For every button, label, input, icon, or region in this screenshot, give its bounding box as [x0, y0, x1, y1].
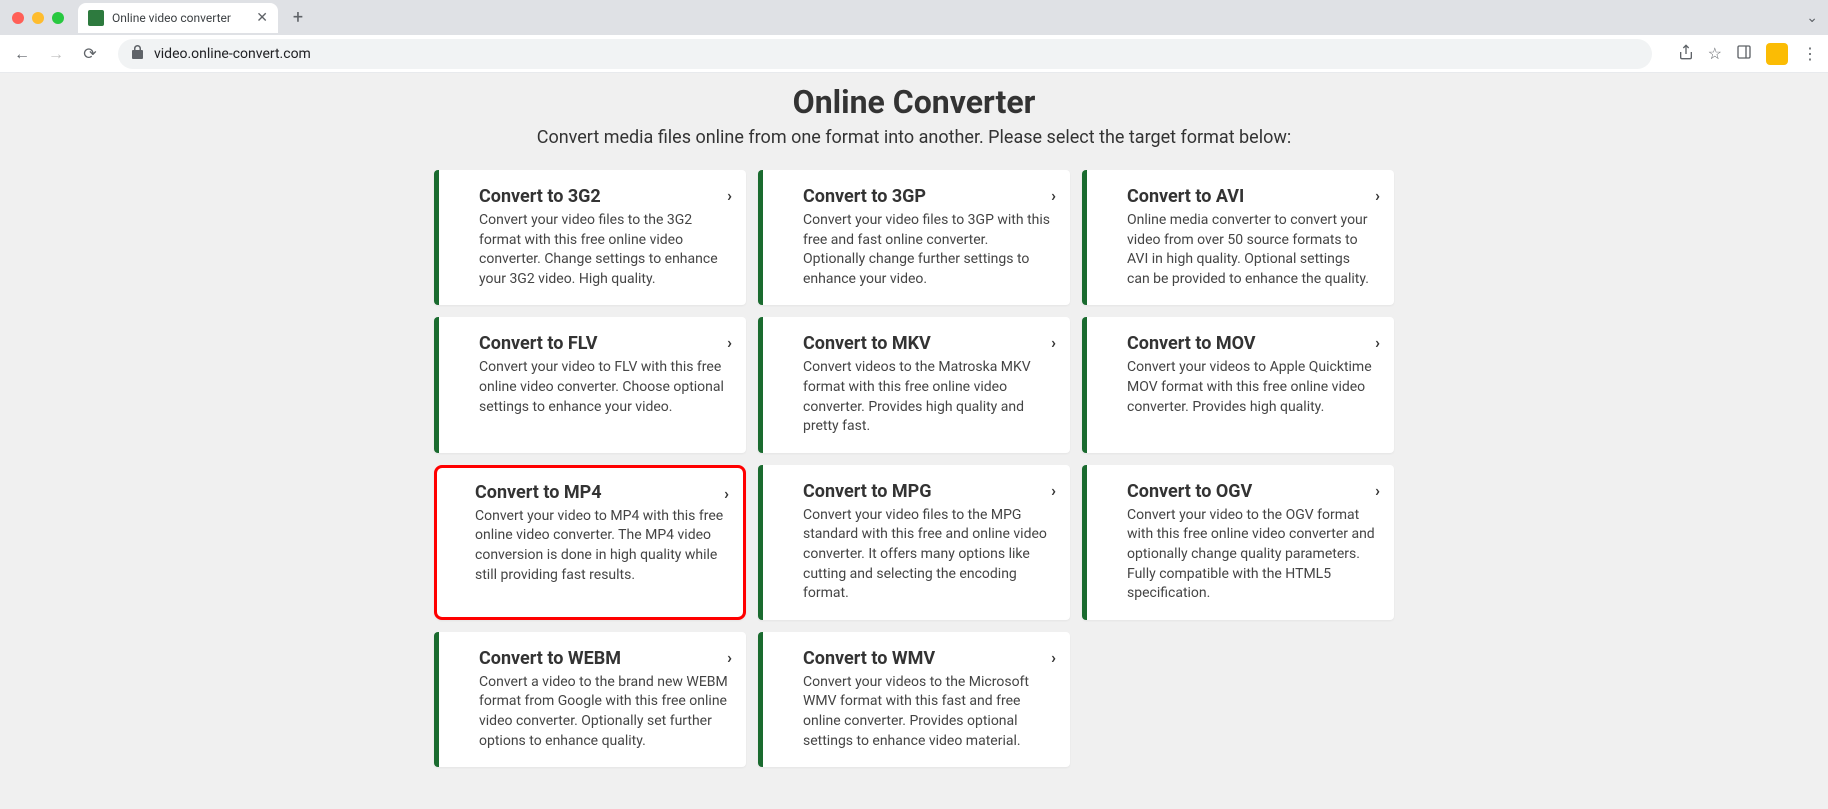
card-convert-avi[interactable]: Convert to AVI Online media converter to… — [1082, 170, 1394, 305]
toolbar-right-icons: ☆ ⋮ — [1678, 43, 1818, 65]
card-convert-wmv[interactable]: Convert to WMV Convert your videos to th… — [758, 632, 1070, 767]
chevron-right-icon: › — [1375, 333, 1380, 352]
card-convert-mpg[interactable]: Convert to MPG Convert your video files … — [758, 465, 1070, 620]
card-convert-webm[interactable]: Convert to WEBM Convert a video to the b… — [434, 632, 746, 767]
page-title: Online Converter — [0, 83, 1828, 121]
lock-icon — [132, 45, 144, 63]
minimize-window-button[interactable] — [32, 12, 44, 24]
card-title: Convert to WEBM — [479, 648, 728, 669]
chevron-right-icon: › — [1051, 333, 1056, 352]
card-desc: Convert a video to the brand new WEBM fo… — [479, 673, 728, 751]
close-window-button[interactable] — [12, 12, 24, 24]
bookmark-icon[interactable]: ☆ — [1708, 44, 1722, 63]
menu-icon[interactable]: ⋮ — [1802, 44, 1818, 63]
tab-title: Online video converter — [112, 11, 248, 25]
back-button[interactable]: ← — [10, 42, 34, 66]
card-desc: Convert your video to MP4 with this free… — [475, 507, 727, 585]
card-desc: Convert your videos to the Microsoft WMV… — [803, 673, 1052, 751]
card-convert-3g2[interactable]: Convert to 3G2 Convert your video files … — [434, 170, 746, 305]
converter-cards-grid: Convert to 3G2 Convert your video files … — [434, 170, 1394, 767]
chevron-right-icon: › — [727, 333, 732, 352]
card-desc: Convert your videos to Apple Quicktime M… — [1127, 358, 1376, 417]
card-title: Convert to MKV — [803, 333, 1052, 354]
browser-tab[interactable]: Online video converter ✕ — [78, 3, 278, 33]
new-tab-button[interactable]: + — [284, 4, 312, 32]
page-subtitle: Convert media files online from one form… — [0, 127, 1828, 148]
chevron-right-icon: › — [1051, 648, 1056, 667]
card-title: Convert to OGV — [1127, 481, 1376, 502]
card-convert-ogv[interactable]: Convert to OGV Convert your video to the… — [1082, 465, 1394, 620]
sidepanel-icon[interactable] — [1736, 44, 1752, 64]
card-desc: Convert your video files to the 3G2 form… — [479, 211, 728, 289]
chevron-right-icon: › — [1051, 186, 1056, 205]
card-convert-mkv[interactable]: Convert to MKV Convert videos to the Mat… — [758, 317, 1070, 452]
card-title: Convert to MPG — [803, 481, 1052, 502]
forward-button[interactable]: → — [44, 42, 68, 66]
chevron-right-icon: › — [727, 186, 732, 205]
card-convert-mp4[interactable]: Convert to MP4 Convert your video to MP4… — [434, 465, 746, 620]
card-title: Convert to WMV — [803, 648, 1052, 669]
card-title: Convert to MP4 — [475, 482, 727, 503]
card-title: Convert to 3G2 — [479, 186, 728, 207]
card-desc: Convert your video files to 3GP with thi… — [803, 211, 1052, 289]
browser-tab-strip: Online video converter ✕ + ⌄ — [0, 0, 1828, 35]
tabs-overflow-icon[interactable]: ⌄ — [1806, 10, 1818, 26]
close-tab-icon[interactable]: ✕ — [256, 10, 268, 26]
page-content: Online Converter Convert media files onl… — [0, 73, 1828, 809]
extension-icon[interactable] — [1766, 43, 1788, 65]
tab-favicon-icon — [88, 10, 104, 26]
card-title: Convert to 3GP — [803, 186, 1052, 207]
chevron-right-icon: › — [1051, 481, 1056, 500]
share-icon[interactable] — [1678, 44, 1694, 64]
chevron-right-icon: › — [1375, 481, 1380, 500]
chevron-right-icon: › — [727, 648, 732, 667]
card-convert-flv[interactable]: Convert to FLV Convert your video to FLV… — [434, 317, 746, 452]
card-title: Convert to AVI — [1127, 186, 1376, 207]
chevron-right-icon: › — [724, 484, 729, 503]
window-controls — [12, 12, 64, 24]
card-desc: Convert videos to the Matroska MKV forma… — [803, 358, 1052, 436]
address-bar[interactable]: video.online-convert.com — [118, 39, 1652, 69]
card-desc: Convert your video files to the MPG stan… — [803, 506, 1052, 604]
card-convert-3gp[interactable]: Convert to 3GP Convert your video files … — [758, 170, 1070, 305]
browser-toolbar: ← → ⟳ video.online-convert.com ☆ ⋮ — [0, 35, 1828, 73]
reload-button[interactable]: ⟳ — [78, 42, 102, 66]
card-desc: Convert your video to FLV with this free… — [479, 358, 728, 417]
card-title: Convert to MOV — [1127, 333, 1376, 354]
maximize-window-button[interactable] — [52, 12, 64, 24]
tabs-row: Online video converter ✕ + — [78, 0, 312, 35]
card-convert-mov[interactable]: Convert to MOV Convert your videos to Ap… — [1082, 317, 1394, 452]
chevron-right-icon: › — [1375, 186, 1380, 205]
card-desc: Online media converter to convert your v… — [1127, 211, 1376, 289]
card-desc: Convert your video to the OGV format wit… — [1127, 506, 1376, 604]
card-title: Convert to FLV — [479, 333, 728, 354]
url-text: video.online-convert.com — [154, 46, 311, 62]
